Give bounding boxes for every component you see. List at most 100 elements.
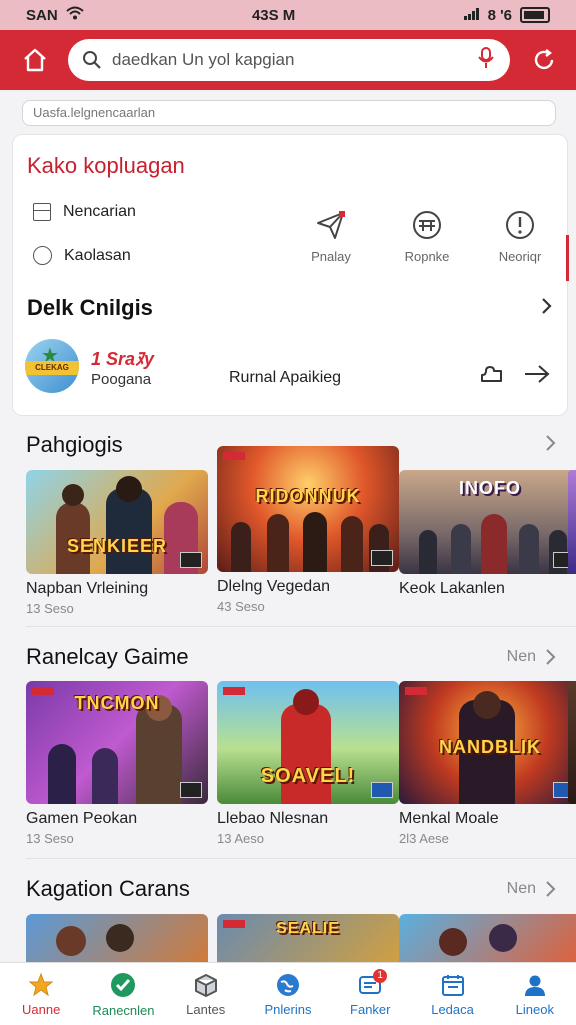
scroll-indicator: [566, 235, 569, 281]
option-label: Kaolasan: [64, 246, 131, 264]
quick-action-play[interactable]: Pnalay: [291, 201, 371, 264]
section-title: Kagation Carans: [26, 876, 190, 901]
game-art-title: TNCMON: [74, 693, 160, 713]
tab-fanker[interactable]: 1 Fanker: [329, 963, 411, 1025]
top-bar: daedkan Un yol kapgian: [0, 30, 576, 90]
tab-ledaca[interactable]: Ledaca: [411, 963, 493, 1025]
game-avatar[interactable]: ★ CLEKAG: [25, 339, 79, 393]
microphone-icon[interactable]: [476, 46, 496, 74]
game-card[interactable]: INOFO Keok Lakanlen: [399, 470, 576, 601]
game-card[interactable]: SENKIEER Napban Vrleining 13 Seso: [26, 470, 208, 616]
home-button[interactable]: [12, 37, 58, 83]
bottom-nav: Uanne Ranecnlen Lantes Pnlerins 1 Fanker…: [0, 962, 576, 1025]
game-meta: 43 Seso: [217, 599, 265, 614]
feature-panel: Kako kopluagan Nencarian Kaolasan Pnalay…: [12, 134, 569, 416]
tab-lineok[interactable]: Lineok: [494, 963, 576, 1025]
alert-icon: [506, 211, 534, 239]
game-meta: 13 Seso: [26, 601, 74, 616]
game-thumbnail: SEALIE: [217, 914, 399, 962]
game-meta: 13 Seso: [26, 831, 74, 846]
signal-icon: [463, 7, 480, 24]
game-card[interactable]: RIDONNUK Dlelng Vegedan 43 Seso: [217, 446, 399, 614]
game-thumbnail: SOAVEL!: [217, 681, 399, 804]
tab-label: Ranecnlen: [92, 1002, 155, 1018]
status-right-text: 8 '6: [487, 6, 512, 24]
quick-action-label: Pnalay: [311, 249, 351, 264]
section-more-button[interactable]: Nen: [507, 648, 556, 666]
check-icon: [111, 972, 136, 997]
status-bar: SAN 43S M 8 '6: [0, 0, 576, 30]
game-thumbnail: RIDONNUK: [217, 446, 399, 572]
checkbox-icon: [33, 203, 51, 221]
game-card[interactable]: SOAVEL! Llebao Nlesnan 13 Aeso: [217, 681, 399, 846]
home-icon: [24, 48, 46, 72]
tab-label: Pnlerins: [264, 1001, 312, 1017]
quick-action-info[interactable]: Neoriqr: [480, 201, 560, 264]
arrow-right-icon[interactable]: [523, 363, 551, 390]
game-art-title: RIDONNUK: [255, 486, 361, 506]
chevron-right-icon: [546, 435, 556, 451]
refresh-icon: [534, 49, 554, 70]
option-radio[interactable]: Kaolasan: [33, 246, 131, 265]
game-name: Gamen Peokan: [26, 810, 138, 827]
quick-action-ropnke[interactable]: Ropnke: [387, 201, 467, 264]
chevron-right-icon: [546, 881, 556, 897]
game-card[interactable]: [399, 914, 576, 962]
section-title: Pahgiogis: [26, 432, 123, 457]
chevron-right-icon[interactable]: [539, 297, 553, 320]
search-input[interactable]: daedkan Un yol kapgian: [68, 39, 510, 81]
search-hint-field[interactable]: Uasfa.lelgnencaarlan: [22, 100, 556, 126]
notification-badge: 1: [373, 969, 388, 983]
game-thumbnail: TNCMON: [26, 681, 208, 804]
section-more-button[interactable]: [536, 434, 556, 452]
quick-action-label: Neoriqr: [498, 249, 542, 264]
battery-icon: [519, 7, 550, 23]
section-divider: [26, 858, 576, 859]
game-thumbnail: [26, 914, 208, 962]
daily-title: Delk Cnilgis: [27, 295, 153, 320]
game-card[interactable]: TNCMON Gamen Peokan 13 Seso: [26, 681, 208, 846]
option-search[interactable]: Nencarian: [33, 203, 136, 221]
search-query: daedkan Un yol kapgian: [112, 50, 295, 69]
daily-rank: 1 Sraﾇy: [91, 349, 155, 369]
send-icon: [317, 211, 345, 239]
section-more-label: Nen: [506, 880, 536, 897]
tab-label: Lantes: [186, 1001, 226, 1017]
game-meta: 2l3 Aese: [399, 831, 449, 846]
tab-lantes[interactable]: Lantes: [165, 963, 247, 1025]
game-name: Keok Lakanlen: [399, 580, 505, 597]
game-card[interactable]: [26, 914, 208, 962]
game-thumbnail: SENKIEER: [26, 470, 208, 574]
game-card[interactable]: NANDBLIK Menkal Moale 2l3 Aese: [399, 681, 576, 846]
game-art-title: NANDBLIK: [439, 737, 541, 757]
radio-icon: [33, 246, 52, 265]
tab-recommend[interactable]: Ranecnlen: [82, 963, 164, 1025]
search-icon: [83, 51, 101, 69]
star-icon: [28, 972, 54, 996]
tab-home[interactable]: Uanne: [0, 963, 82, 1025]
next-card-edge: [568, 681, 576, 804]
game-card[interactable]: SEALIE: [217, 914, 399, 962]
game-name: Dlelng Vegedan: [217, 578, 330, 595]
section-more-button[interactable]: Nen: [507, 880, 556, 898]
puzzle-icon[interactable]: [479, 363, 505, 390]
game-name: Napban Vrleining: [26, 580, 149, 597]
tab-pnlerins[interactable]: Pnlerins: [247, 963, 329, 1025]
carrier-label: SAN: [26, 6, 58, 24]
refresh-button[interactable]: [524, 37, 564, 83]
section-title: Ranelcay Gaime: [26, 644, 189, 669]
wifi-icon: [66, 6, 84, 24]
chevron-right-icon: [546, 649, 556, 665]
game-meta: 13 Aeso: [217, 831, 264, 846]
game-thumbnail: NANDBLIK: [399, 681, 576, 804]
globe-icon: [276, 973, 299, 996]
panel-title: Kako kopluagan: [27, 153, 185, 178]
game-thumbnail: [399, 914, 576, 962]
section-more-label: Nen: [506, 648, 536, 665]
quick-action-label: Ropnke: [404, 249, 450, 264]
box-icon: [194, 973, 217, 997]
book-icon: [413, 211, 441, 239]
daily-middle-text: Rurnal Apaikieg: [229, 369, 342, 386]
user-icon: [524, 975, 545, 996]
next-card-edge: [568, 470, 576, 574]
